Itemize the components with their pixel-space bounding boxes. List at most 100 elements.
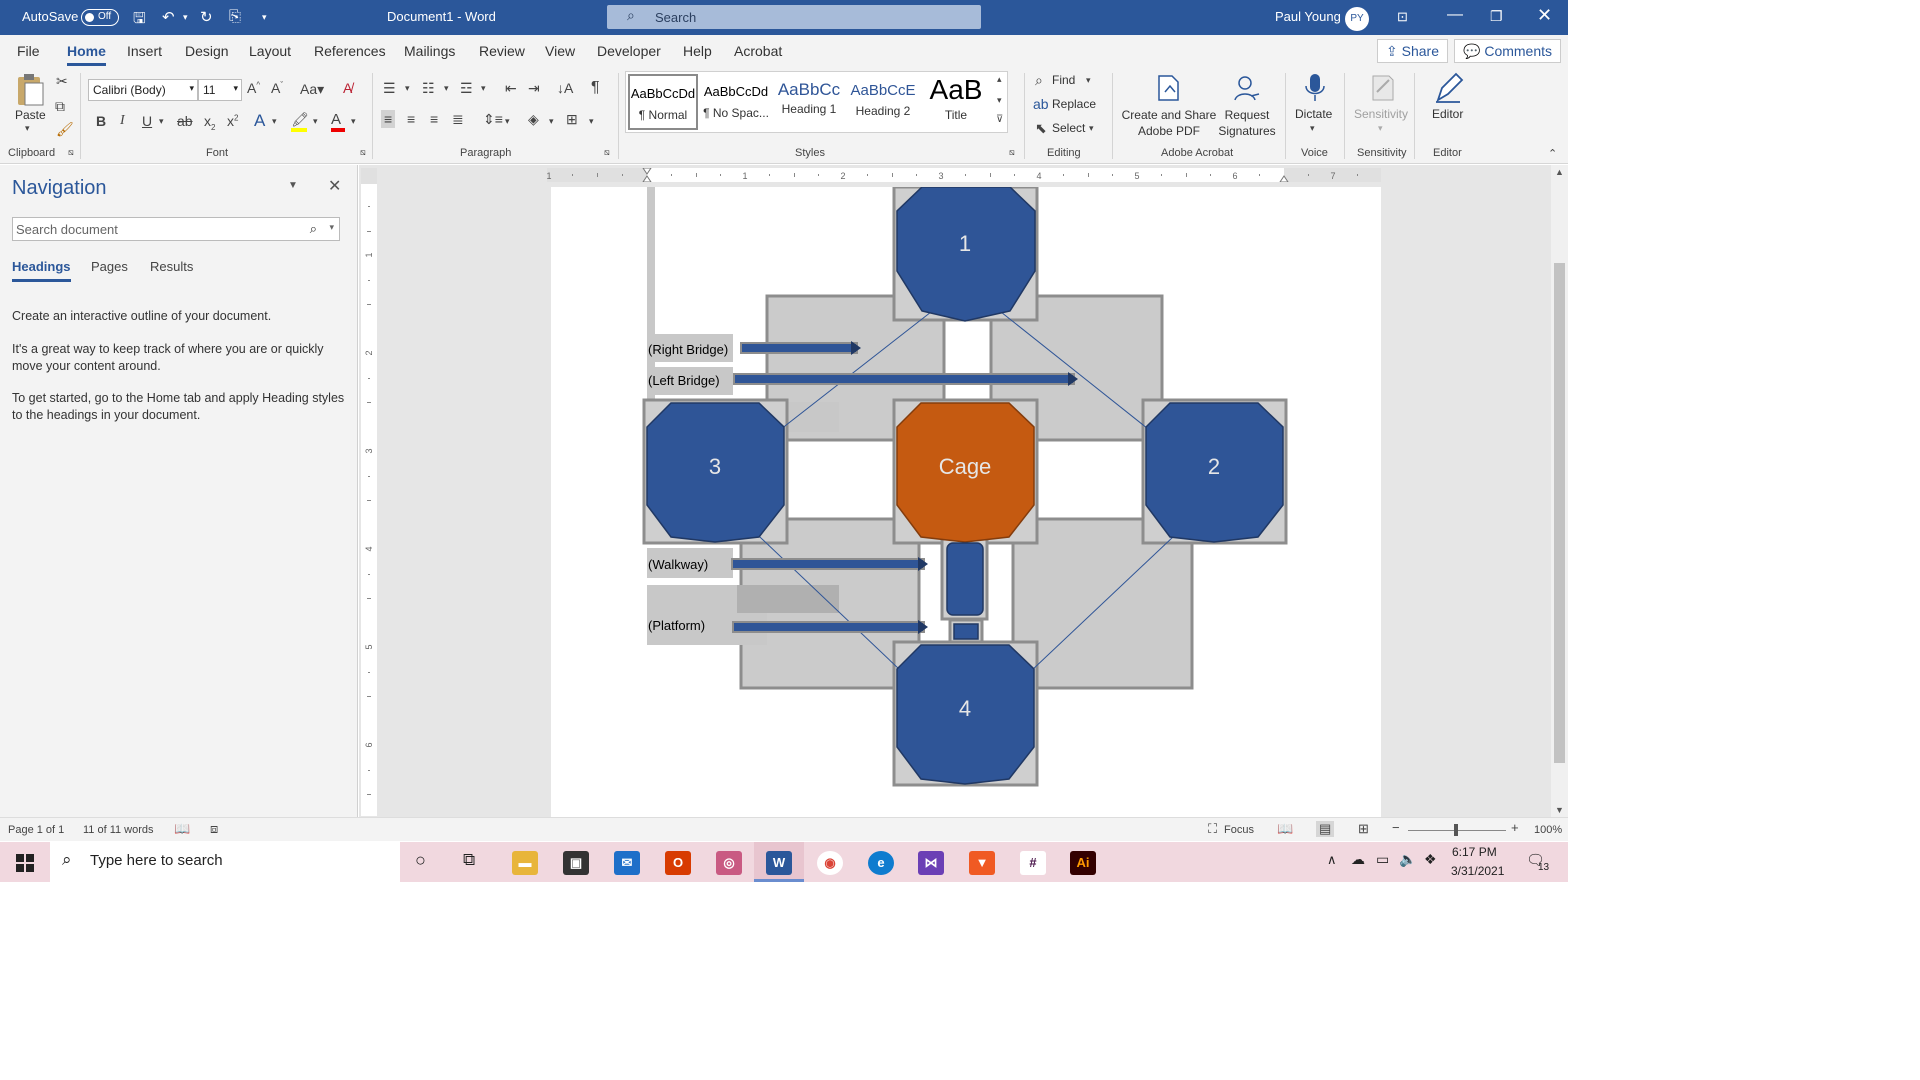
- select-dropdown-icon[interactable]: ▾: [1089, 123, 1094, 134]
- battery-icon[interactable]: ▭: [1376, 851, 1389, 868]
- brave-icon[interactable]: ▼: [969, 851, 995, 875]
- align-right-icon[interactable]: ≡: [430, 111, 438, 127]
- find-button[interactable]: Find: [1052, 73, 1075, 87]
- align-left-icon[interactable]: ≡: [381, 110, 396, 128]
- zoom-in-icon[interactable]: +: [1511, 820, 1519, 835]
- font-size-combo[interactable]: 11 ▾: [198, 79, 242, 101]
- text-effects-icon[interactable]: A: [254, 111, 265, 131]
- editor-button[interactable]: Editor: [1432, 107, 1463, 121]
- focus-button[interactable]: Focus: [1224, 824, 1254, 836]
- task-view-icon[interactable]: ⧉: [463, 850, 475, 870]
- illustrator-icon[interactable]: Ai: [1070, 851, 1096, 875]
- select-icon[interactable]: ⬉: [1035, 120, 1047, 137]
- tab-view[interactable]: View: [545, 43, 575, 59]
- paste-label[interactable]: Paste: [15, 108, 46, 122]
- ribbon-display-options-icon[interactable]: ⊡: [1397, 9, 1408, 25]
- tab-insert[interactable]: Insert: [127, 43, 162, 59]
- line-spacing-dropdown-icon[interactable]: ▾: [505, 116, 510, 127]
- print-layout-icon[interactable]: ▤: [1316, 821, 1335, 837]
- save-icon[interactable]: 🖫: [133, 8, 146, 33]
- format-painter-icon[interactable]: 🖌: [56, 121, 74, 138]
- taskbar-search[interactable]: ⌕ Type here to search: [50, 842, 400, 882]
- edge-icon[interactable]: e: [868, 851, 894, 875]
- paste-dropdown-icon[interactable]: ▾: [25, 123, 30, 134]
- tab-help[interactable]: Help: [683, 43, 712, 59]
- paste-button[interactable]: [12, 73, 48, 109]
- clipboard-launcher-icon[interactable]: ⧅: [68, 147, 74, 158]
- style-no-spacing[interactable]: AaBbCcDd ¶ No Spac...: [701, 74, 771, 130]
- increase-indent-icon[interactable]: ⇥: [528, 80, 540, 97]
- tab-file[interactable]: File: [17, 43, 40, 59]
- highlight-dropdown-icon[interactable]: ▾: [313, 116, 318, 127]
- paragraph-launcher-icon[interactable]: ⧅: [604, 147, 610, 158]
- style-heading-2[interactable]: AaBbCcE Heading 2: [848, 74, 918, 130]
- minimize-icon[interactable]: —: [1447, 6, 1463, 24]
- nav-close-icon[interactable]: ✕: [328, 176, 341, 196]
- bullets-icon[interactable]: ☰: [383, 80, 396, 97]
- word-icon[interactable]: W: [766, 851, 792, 875]
- multilevel-dropdown-icon[interactable]: ▾: [481, 83, 486, 94]
- font-color-dropdown-icon[interactable]: ▾: [351, 116, 356, 127]
- vertical-ruler[interactable]: 1 2 3 4 5 6: [361, 168, 377, 816]
- bullets-dropdown-icon[interactable]: ▾: [405, 83, 410, 94]
- store-icon[interactable]: ▣: [563, 851, 589, 875]
- tab-mailings[interactable]: Mailings: [404, 43, 455, 59]
- vertical-scrollbar[interactable]: ▲ ▼: [1551, 165, 1568, 817]
- tab-home[interactable]: Home: [67, 43, 106, 66]
- file-explorer-icon[interactable]: ▬: [512, 851, 538, 875]
- user-name[interactable]: Paul Young: [1275, 9, 1341, 24]
- search-box[interactable]: ⌕ Search: [607, 5, 981, 29]
- dictate-button[interactable]: Dictate: [1295, 107, 1332, 121]
- decrease-indent-icon[interactable]: ⇤: [505, 80, 517, 97]
- editor-icon[interactable]: [1432, 72, 1464, 104]
- highlight-icon[interactable]: 🖍: [291, 111, 309, 132]
- tray-chevron-icon[interactable]: ∧: [1327, 852, 1337, 868]
- copy-icon[interactable]: ⧉: [55, 98, 65, 115]
- create-pdf-icon[interactable]: [1155, 74, 1181, 102]
- show-marks-icon[interactable]: ¶: [591, 79, 600, 97]
- onedrive-icon[interactable]: ☁: [1351, 851, 1365, 868]
- grow-font-icon[interactable]: A^: [247, 80, 260, 96]
- subscript-icon[interactable]: x2: [204, 113, 215, 132]
- horizontal-ruler[interactable]: 1 1 2 3 4 5 6 7: [547, 168, 1381, 182]
- clear-formatting-icon[interactable]: A̸: [343, 80, 352, 96]
- sort-icon[interactable]: ↓A: [557, 80, 573, 96]
- style-normal[interactable]: AaBbCcDd ¶ Normal: [628, 74, 698, 130]
- font-launcher-icon[interactable]: ⧅: [360, 147, 366, 158]
- change-case-icon[interactable]: Aa▾: [300, 81, 324, 98]
- numbering-dropdown-icon[interactable]: ▾: [444, 83, 449, 94]
- numbering-icon[interactable]: ☷: [422, 80, 435, 97]
- shading-dropdown-icon[interactable]: ▾: [549, 116, 554, 127]
- italic-icon[interactable]: I: [120, 113, 125, 129]
- align-center-icon[interactable]: ≡: [407, 111, 415, 127]
- comments-button[interactable]: 💬 Comments: [1454, 39, 1562, 63]
- nav-options-icon[interactable]: ▼: [288, 180, 298, 191]
- find-icon[interactable]: ⌕: [1035, 72, 1043, 89]
- read-mode-icon[interactable]: 📖: [1277, 821, 1293, 837]
- style-heading-1[interactable]: AaBbCc Heading 1: [774, 74, 844, 130]
- volume-icon[interactable]: 🔈: [1399, 851, 1416, 868]
- clock-time[interactable]: 6:17 PM: [1452, 845, 1497, 859]
- styles-scroll-up-icon[interactable]: ▴: [997, 74, 1002, 85]
- tab-acrobat[interactable]: Acrobat: [734, 43, 782, 59]
- restore-icon[interactable]: ❐: [1490, 8, 1503, 25]
- accessibility-icon[interactable]: ⧈: [210, 821, 218, 837]
- underline-icon[interactable]: U: [142, 113, 152, 129]
- customize-qat-icon[interactable]: ▾: [262, 12, 267, 23]
- undo-icon[interactable]: ↶: [162, 8, 175, 26]
- autosave-toggle[interactable]: Off: [81, 9, 119, 26]
- chrome-icon[interactable]: ◉: [817, 851, 843, 875]
- redo-icon[interactable]: ↻: [200, 8, 213, 26]
- borders-dropdown-icon[interactable]: ▾: [589, 116, 594, 127]
- tab-developer[interactable]: Developer: [597, 43, 661, 59]
- cortana-icon[interactable]: ○: [415, 850, 426, 871]
- close-icon[interactable]: ✕: [1537, 5, 1552, 26]
- zoom-level[interactable]: 100%: [1534, 824, 1562, 836]
- styles-scroll-down-icon[interactable]: ▾: [997, 95, 1002, 106]
- tab-references[interactable]: References: [314, 43, 386, 59]
- windows-start-icon[interactable]: [16, 854, 34, 872]
- share-button[interactable]: ⇪ Share: [1377, 39, 1448, 63]
- create-share-pdf-button[interactable]: Create and Share Adobe PDF: [1121, 107, 1217, 139]
- request-signatures-icon[interactable]: [1233, 74, 1261, 102]
- underline-dropdown-icon[interactable]: ▾: [159, 116, 164, 127]
